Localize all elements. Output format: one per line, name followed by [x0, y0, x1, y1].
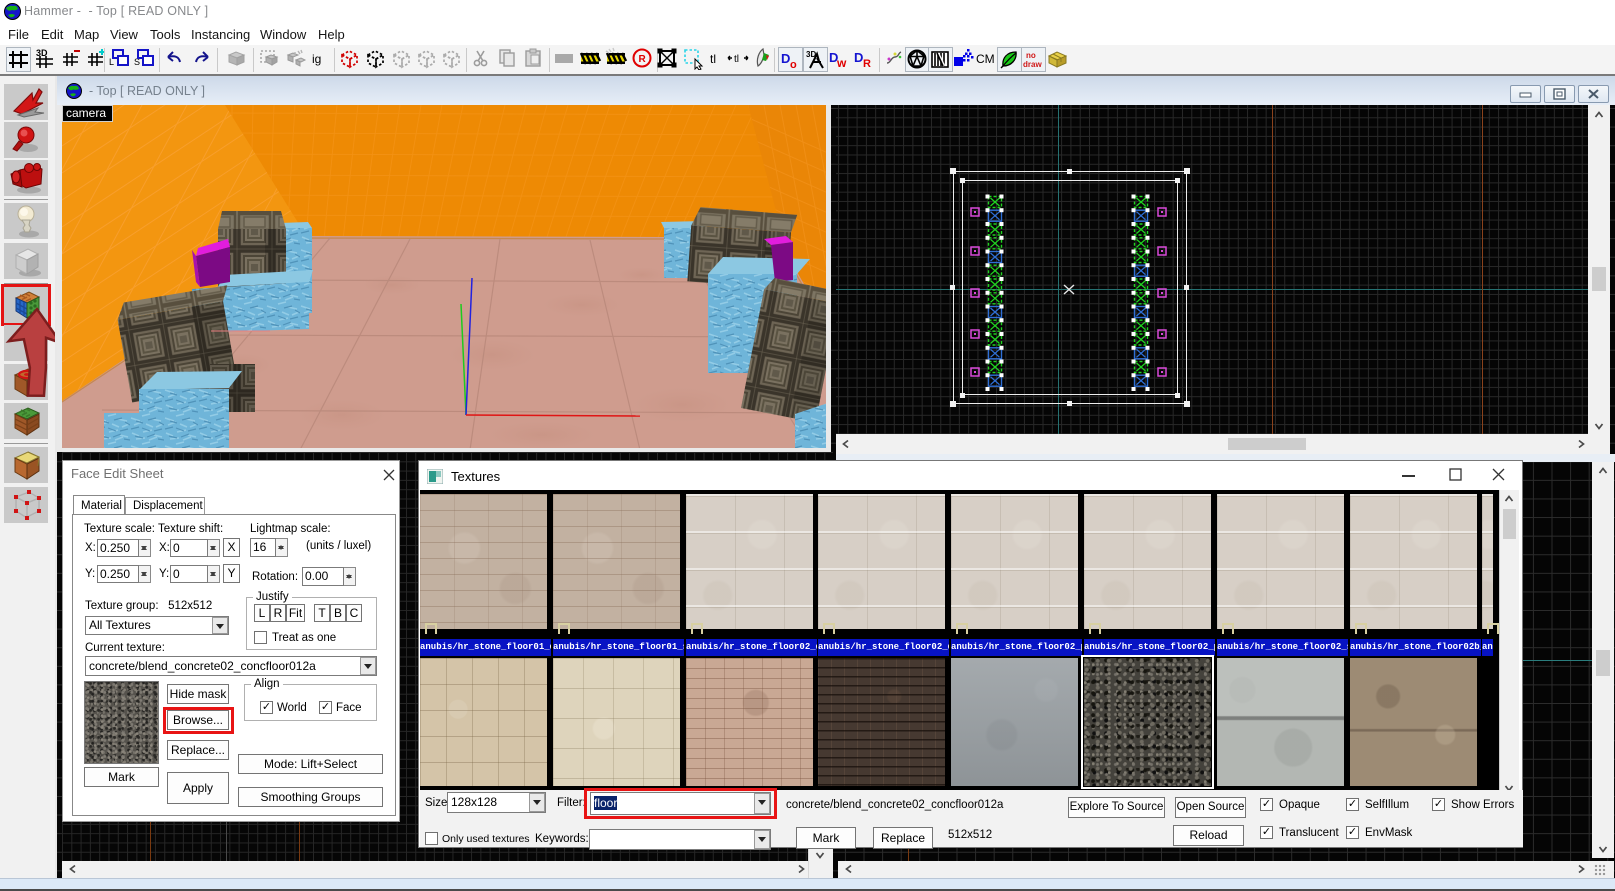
svg-text:no: no [1026, 51, 1036, 60]
svg-text:o: o [790, 59, 797, 71]
svg-text:CM: CM [976, 52, 995, 66]
svg-text:R: R [639, 54, 647, 65]
svg-text:w: w [836, 56, 847, 70]
svg-text:R: R [863, 58, 871, 70]
svg-text:D: D [781, 51, 790, 66]
svg-text:D: D [854, 50, 863, 65]
svg-text:tl: tl [734, 54, 739, 65]
svg-text:draw: draw [1023, 60, 1042, 69]
svg-text:ig: ig [312, 52, 321, 66]
svg-text:tl: tl [710, 52, 716, 66]
